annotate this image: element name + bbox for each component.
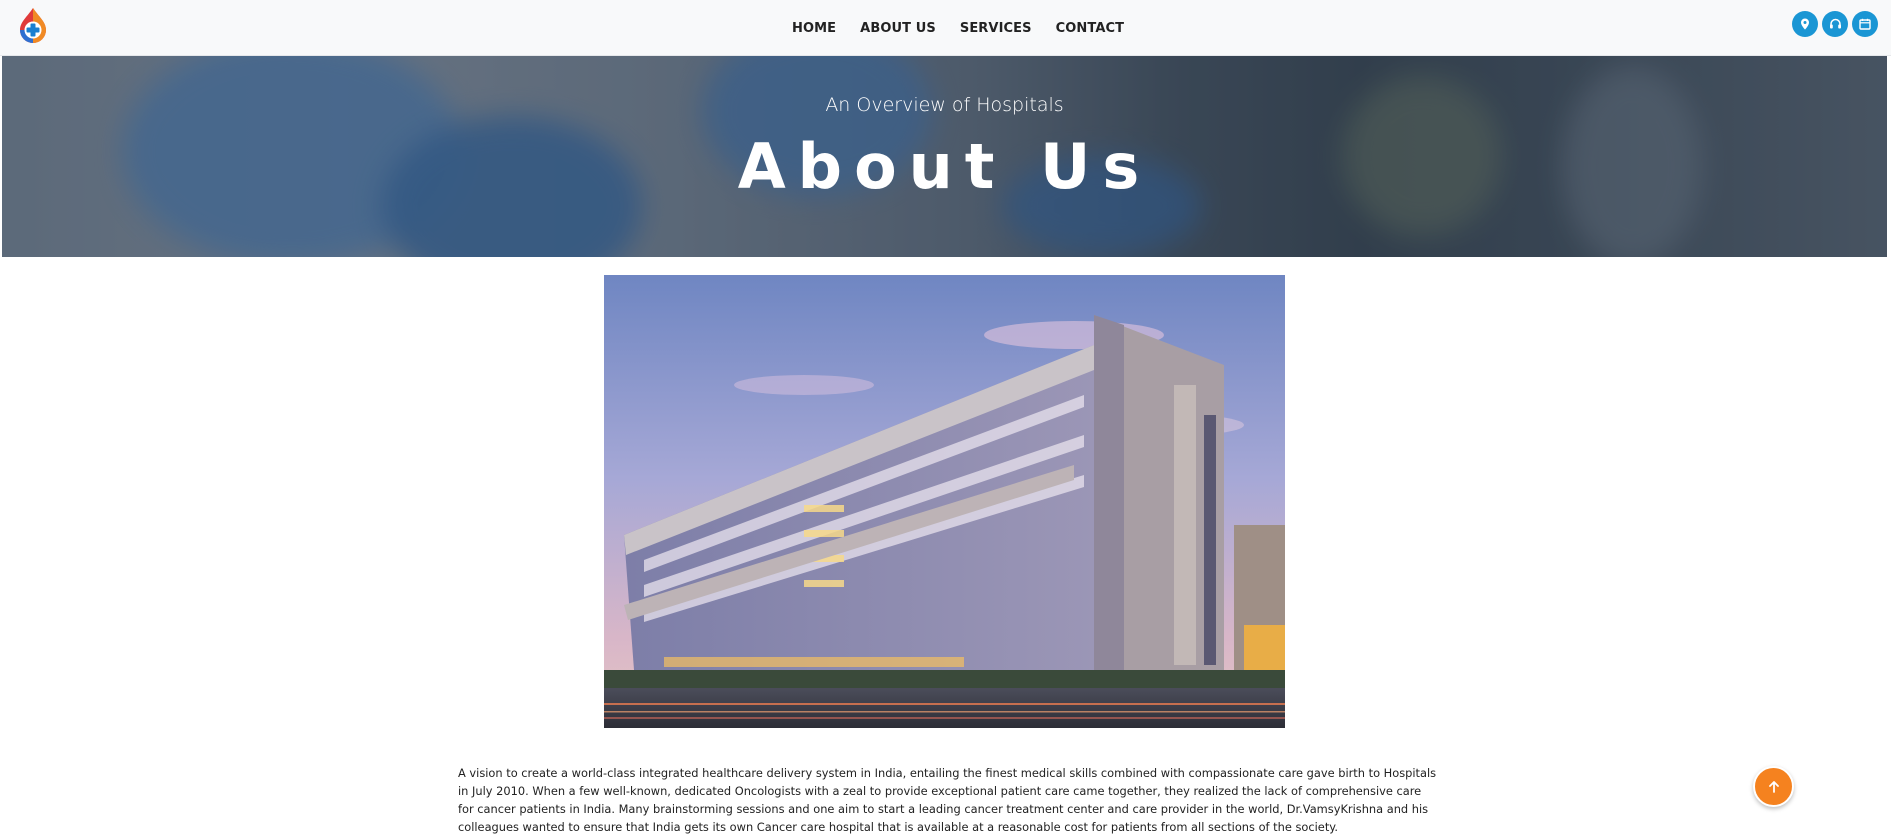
support-button[interactable] (1822, 11, 1848, 37)
hero-subtitle: An Overview of Hospitals (825, 94, 1064, 116)
page-title: About Us (737, 130, 1152, 203)
nav-icon-group (1792, 11, 1878, 37)
nav-contact-link[interactable]: CONTACT (1044, 21, 1137, 36)
nav-services-link[interactable]: SERVICES (948, 21, 1044, 36)
top-navbar: HOME ABOUT US SERVICES CONTACT (0, 0, 1891, 56)
hero-banner: An Overview of Hospitals About Us (2, 56, 1887, 257)
nav-home-link[interactable]: HOME (780, 21, 848, 36)
about-paragraph: A vision to create a world-class integra… (458, 766, 1437, 834)
arrow-up-icon (1768, 780, 1779, 793)
nav-about-link[interactable]: ABOUT US (848, 21, 948, 36)
calendar-icon (1859, 18, 1871, 30)
appointment-button[interactable] (1852, 11, 1878, 37)
hospital-logo-icon[interactable] (17, 7, 49, 43)
scroll-to-top-button[interactable] (1753, 766, 1794, 807)
main-nav: HOME ABOUT US SERVICES CONTACT (780, 0, 1136, 56)
location-button[interactable] (1792, 11, 1818, 37)
hospital-building-image (604, 275, 1285, 728)
headset-icon (1829, 18, 1841, 28)
map-pin-icon (1801, 18, 1809, 30)
